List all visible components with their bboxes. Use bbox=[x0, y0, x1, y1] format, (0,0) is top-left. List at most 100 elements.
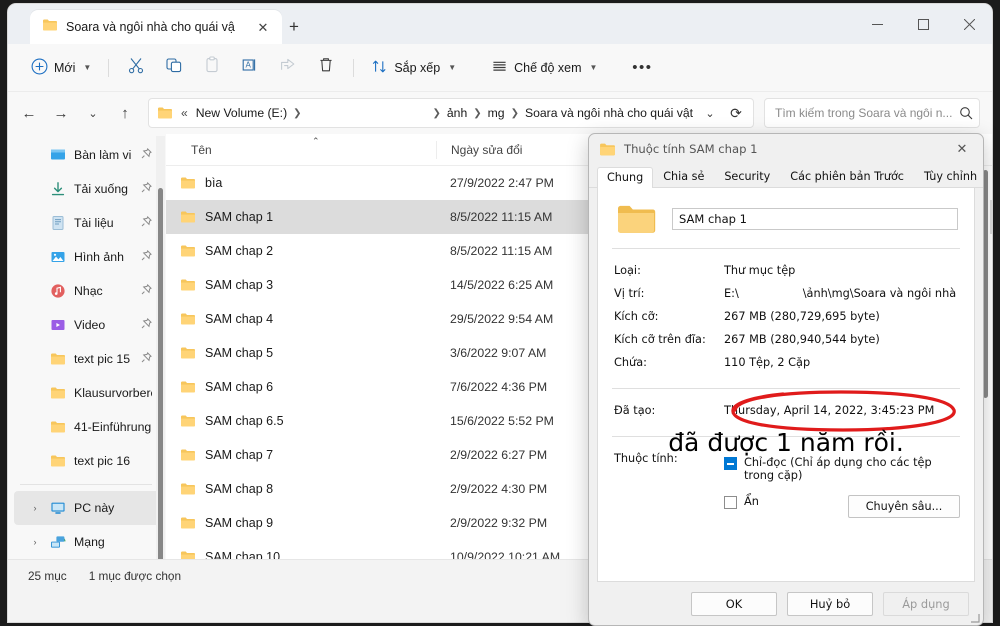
sidebar-item-41-einfuehrung[interactable]: 41-Einführung in bbox=[14, 410, 160, 444]
row-name-label: SAM chap 8 bbox=[205, 482, 273, 496]
sidebar-item-desktop[interactable]: Bàn làm việc bbox=[14, 138, 160, 172]
tab-chia-se[interactable]: Chia sẻ bbox=[653, 166, 714, 187]
row-name-cell: SAM chap 7 bbox=[166, 448, 436, 462]
window-controls bbox=[854, 4, 992, 44]
close-tab-button[interactable]: ✕ bbox=[252, 16, 274, 38]
dialog-close-button[interactable]: ✕ bbox=[947, 137, 977, 161]
breadcrumb-overflow[interactable]: « bbox=[177, 106, 192, 120]
sidebar-item-music[interactable]: Nhạc bbox=[14, 274, 160, 308]
tab-previous-versions[interactable]: Các phiên bản Trước bbox=[780, 166, 914, 187]
delete-button[interactable] bbox=[307, 52, 345, 84]
property-row-type: Loại: Thư mục tệp bbox=[610, 261, 962, 284]
close-window-button[interactable] bbox=[946, 4, 992, 44]
readonly-checkbox[interactable] bbox=[724, 457, 737, 470]
pin-icon bbox=[141, 146, 152, 164]
folder-icon bbox=[180, 482, 196, 496]
sidebar-item-pictures[interactable]: Hình ảnh bbox=[14, 240, 160, 274]
sidebar-scrollbar-thumb[interactable] bbox=[158, 188, 163, 559]
maximize-button[interactable] bbox=[900, 4, 946, 44]
address-dropdown-button[interactable]: ⌄ bbox=[697, 100, 723, 126]
sidebar-item-text-pic-16[interactable]: text pic 16 bbox=[14, 444, 160, 478]
recent-locations-button[interactable]: ⌄ bbox=[78, 98, 108, 128]
row-name-label: SAM chap 2 bbox=[205, 244, 273, 258]
hidden-checkbox-row[interactable]: Ẩn Chuyên sâu... bbox=[724, 491, 960, 518]
property-row-created: Đã tạo: Thursday, April 14, 2022, 3:45:2… bbox=[610, 401, 962, 424]
row-name-cell: SAM chap 9 bbox=[166, 516, 436, 530]
sidebar-item-label: Hình ảnh bbox=[74, 250, 131, 264]
folder-icon bbox=[180, 448, 196, 462]
pin-icon bbox=[141, 248, 152, 266]
dialog-title: Thuộc tính SAM chap 1 bbox=[624, 142, 947, 156]
hidden-checkbox[interactable] bbox=[724, 496, 737, 509]
advanced-button[interactable]: Chuyên sâu... bbox=[848, 495, 960, 518]
sidebar-item-label: Mạng bbox=[74, 535, 152, 549]
ellipsis-icon: ••• bbox=[632, 59, 652, 76]
tab-chung[interactable]: Chung bbox=[597, 167, 653, 188]
folder-icon bbox=[180, 346, 196, 360]
refresh-button[interactable]: ⟳ bbox=[723, 100, 749, 126]
search-input[interactable]: Tìm kiếm trong Soara và ngôi n... bbox=[775, 106, 959, 120]
sidebar-item-label: Nhạc bbox=[74, 284, 131, 298]
expander-icon[interactable]: › bbox=[28, 537, 42, 547]
sidebar-item-klausurvorbereitung[interactable]: Klausurvorbereit bbox=[14, 376, 160, 410]
view-button[interactable]: Chế độ xem ▼ bbox=[482, 52, 606, 84]
cut-button[interactable] bbox=[117, 52, 155, 84]
sidebar-item-downloads[interactable]: Tải xuống bbox=[14, 172, 160, 206]
new-button[interactable]: Mới ▼ bbox=[22, 52, 100, 84]
breadcrumb-item-3[interactable]: Soara và ngôi nhà cho quái vật bbox=[521, 106, 697, 120]
chevron-right-icon: ❯ bbox=[431, 108, 443, 119]
property-value: Thư mục tệp bbox=[724, 264, 960, 277]
search-box[interactable]: Tìm kiếm trong Soara và ngôi n... bbox=[764, 98, 980, 128]
share-icon bbox=[279, 56, 297, 79]
folder-name-input[interactable]: SAM chap 1 bbox=[672, 208, 958, 230]
expander-icon[interactable]: › bbox=[28, 503, 42, 513]
new-tab-button[interactable]: + bbox=[280, 14, 308, 40]
more-options-button[interactable]: ••• bbox=[623, 52, 661, 84]
sidebar-item-videos[interactable]: Video bbox=[14, 308, 160, 342]
breadcrumb-item-1[interactable]: ảnh bbox=[443, 106, 471, 120]
sidebar-item-network[interactable]: › Mạng bbox=[14, 525, 160, 559]
attributes-row: Thuộc tính: Chỉ-đọc (Chỉ áp dụng cho các… bbox=[610, 449, 962, 521]
pin-icon bbox=[141, 282, 152, 300]
breadcrumb-item-2[interactable]: mg bbox=[484, 106, 509, 120]
dialog-tabs: Chung Chia sẻ Security Các phiên bản Trư… bbox=[589, 164, 983, 188]
row-name-label: SAM chap 6 bbox=[205, 380, 273, 394]
resize-grip-icon[interactable] bbox=[968, 611, 980, 623]
column-header-name[interactable]: Tên ⌃ bbox=[166, 141, 436, 159]
item-count-label: 25 mục bbox=[28, 569, 67, 583]
rename-icon: A bbox=[241, 56, 259, 79]
row-name-label: SAM chap 4 bbox=[205, 312, 273, 326]
row-name-label: SAM chap 1 bbox=[205, 210, 273, 224]
cancel-button[interactable]: Huỷ bỏ bbox=[787, 592, 873, 616]
property-label: Loại: bbox=[612, 264, 724, 277]
minimize-button[interactable] bbox=[854, 4, 900, 44]
forward-button[interactable]: → bbox=[46, 98, 76, 128]
sort-ascending-icon: ⌃ bbox=[312, 136, 320, 147]
sort-button[interactable]: Sắp xếp ▼ bbox=[362, 52, 465, 84]
navigation-pane: Bàn làm việc Tải xuống bbox=[8, 134, 166, 559]
tab-security[interactable]: Security bbox=[714, 166, 780, 187]
address-bar[interactable]: « New Volume (E:) ❯ ❯ ảnh ❯ mg ❯ Soara v… bbox=[148, 98, 754, 128]
rename-button[interactable]: A bbox=[231, 52, 269, 84]
redacted-region bbox=[740, 288, 802, 301]
folder-icon bbox=[180, 414, 196, 428]
desktop-icon bbox=[50, 147, 66, 163]
tab-customize[interactable]: Tùy chỉnh bbox=[914, 166, 984, 187]
sidebar-item-documents[interactable]: Tài liệu bbox=[14, 206, 160, 240]
handwritten-annotation: đã được 1 năm rồi. bbox=[598, 428, 974, 457]
ok-button[interactable]: OK bbox=[691, 592, 777, 616]
up-button[interactable]: ↑ bbox=[110, 98, 140, 128]
copy-button[interactable] bbox=[155, 52, 193, 84]
property-label: Vị trí: bbox=[612, 287, 724, 300]
row-name-cell: bìa bbox=[166, 176, 436, 190]
sidebar-item-this-pc[interactable]: › PC này bbox=[14, 491, 160, 525]
sidebar-item-label: Tài liệu bbox=[74, 216, 131, 230]
selection-count-label: 1 mục được chọn bbox=[89, 569, 181, 583]
browser-tab[interactable]: Soara và ngôi nhà cho quái vậ ✕ bbox=[30, 10, 282, 44]
breadcrumb-item-0[interactable]: New Volume (E:) bbox=[192, 106, 291, 120]
back-button[interactable]: ← bbox=[14, 98, 44, 128]
column-header-date-label: Ngày sửa đổi bbox=[451, 143, 522, 157]
scissors-icon bbox=[127, 56, 145, 79]
sidebar-item-label: text pic 15 bbox=[74, 352, 131, 366]
sidebar-item-text-pic-15[interactable]: text pic 15 bbox=[14, 342, 160, 376]
